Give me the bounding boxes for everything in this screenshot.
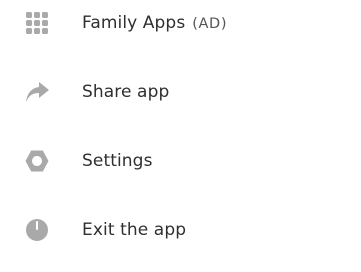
menu-item-label: Share app [82, 82, 170, 102]
gear-icon [24, 148, 50, 174]
menu-item-label: Settings [82, 151, 153, 171]
apps-grid-icon [24, 10, 50, 36]
menu-item-family-apps[interactable]: Family Apps (AD) [0, 0, 361, 54]
menu-item-label: Exit the app [82, 220, 187, 240]
family-apps-label: Family Apps [82, 13, 186, 33]
app-menu: Family Apps (AD) Share app Settings Exit … [0, 0, 361, 272]
menu-item-label: Family Apps (AD) [82, 13, 227, 33]
menu-item-exit-app[interactable]: Exit the app [0, 199, 361, 261]
power-icon [24, 217, 50, 243]
menu-item-settings[interactable]: Settings [0, 130, 361, 192]
share-arrow-icon [24, 79, 50, 105]
ad-tag: (AD) [192, 16, 228, 32]
menu-item-share-app[interactable]: Share app [0, 61, 361, 123]
